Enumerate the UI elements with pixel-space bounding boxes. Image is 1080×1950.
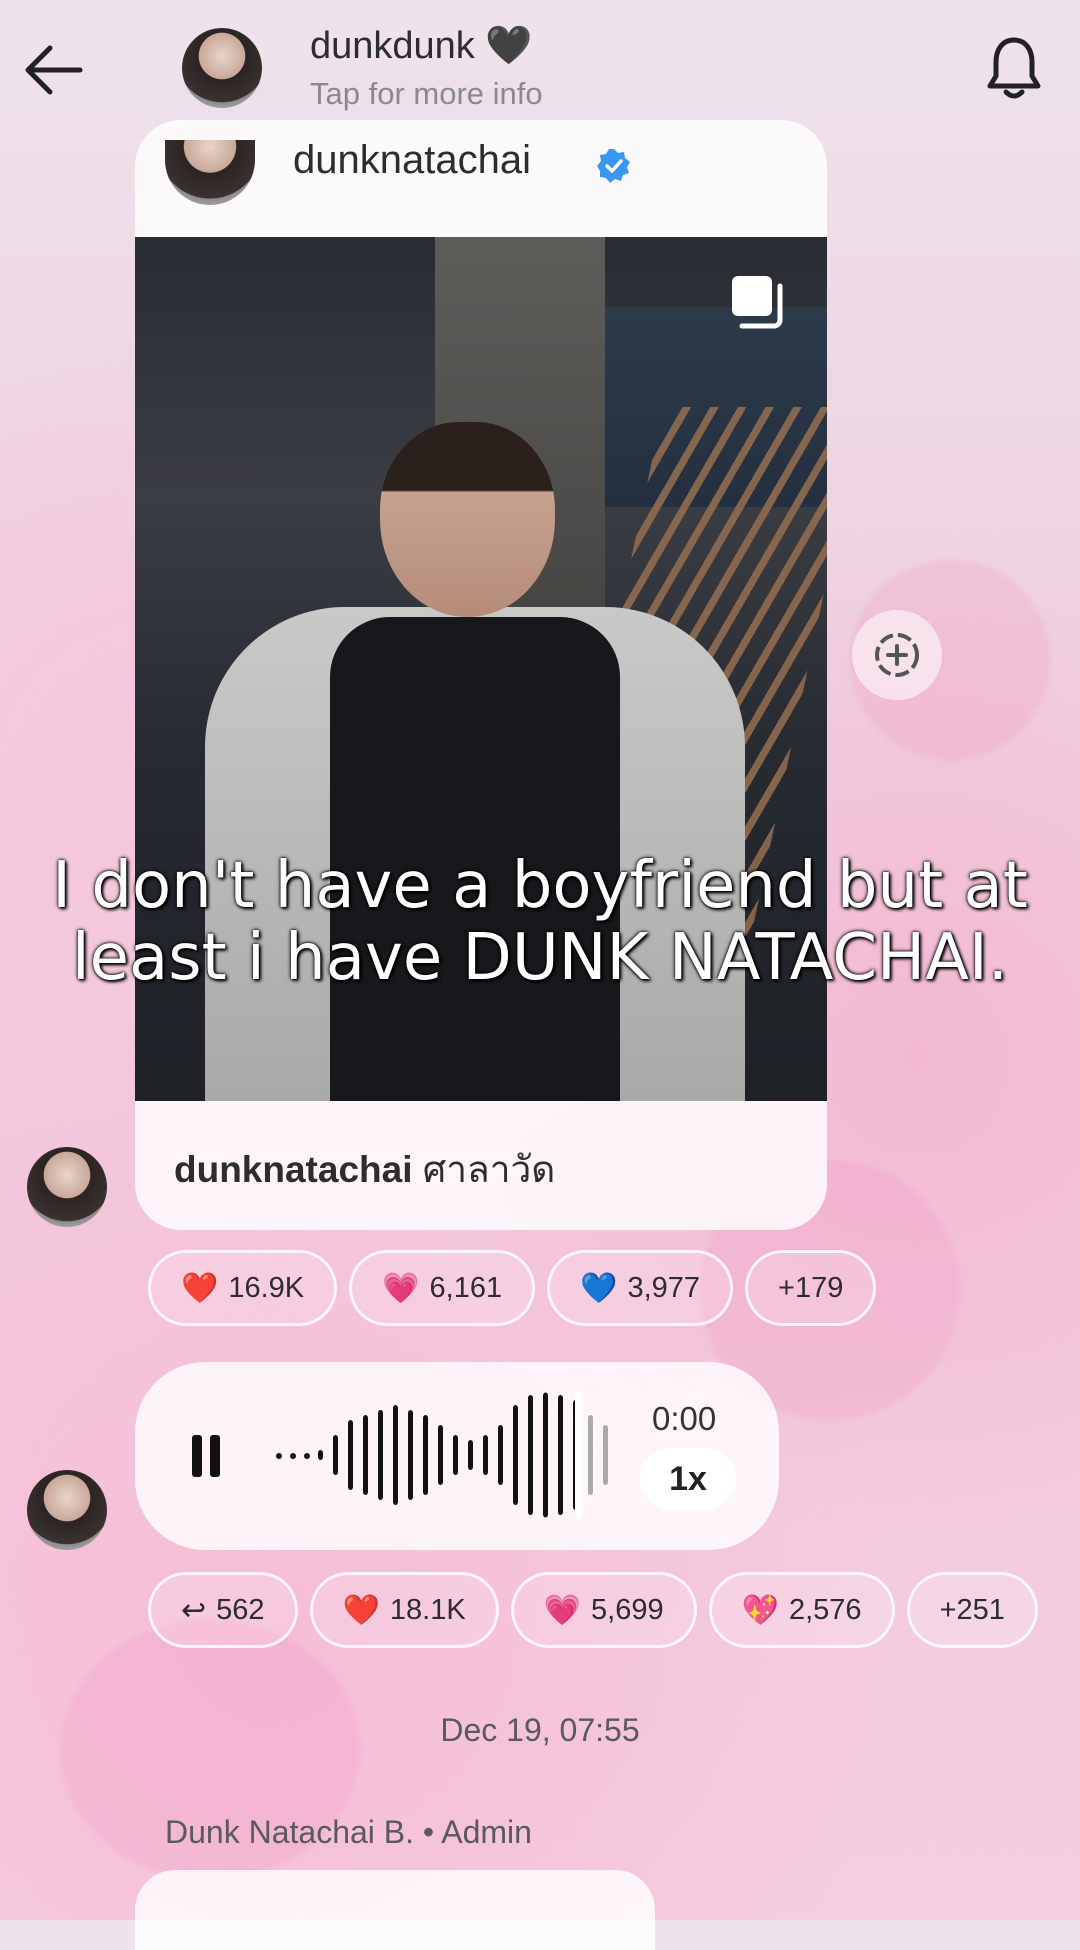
add-button[interactable] — [852, 610, 942, 700]
video-overlay-caption: I don't have a boyfriend but at least i … — [52, 849, 1028, 995]
post-reactions: ❤️ 16.9K 💗 6,161 💙 3,977 +179 — [148, 1250, 877, 1326]
message-timestamp: Dec 19, 07:55 — [440, 1712, 640, 1748]
playback-speed-button[interactable]: 1x — [640, 1448, 736, 1510]
waveform-bar — [304, 1453, 310, 1459]
waveform-bar — [543, 1392, 548, 1518]
post-author-username[interactable]: dunknatachai — [293, 138, 531, 183]
waveform-bar — [423, 1415, 428, 1495]
pause-icon[interactable] — [190, 1433, 222, 1479]
back-arrow-icon[interactable] — [20, 40, 90, 100]
reaction-count: 562 — [216, 1593, 265, 1626]
voice-waveform[interactable] — [270, 1390, 630, 1520]
add-icon — [875, 633, 919, 677]
reaction-count: 3,977 — [627, 1271, 701, 1304]
waveform-bar — [348, 1420, 353, 1490]
post-caption: dunknatachai ศาลาวัด — [174, 1140, 555, 1199]
pink-heart-icon: 💗 — [543, 1592, 582, 1628]
waveform-playhead — [575, 1392, 583, 1518]
reaction-pill[interactable]: ❤️ 18.1K — [309, 1572, 499, 1648]
waveform-bar — [333, 1435, 338, 1475]
waveform-bar — [528, 1395, 533, 1515]
waveform-bar — [603, 1425, 608, 1485]
waveform-bar — [498, 1425, 503, 1485]
waveform-bar — [408, 1410, 413, 1500]
reaction-count: 2,576 — [788, 1593, 862, 1626]
post-caption-text: ศาลาวัด — [422, 1149, 556, 1190]
waveform-bar — [558, 1395, 563, 1515]
next-message-bubble[interactable] — [135, 1870, 655, 1950]
waveform-bar — [318, 1450, 323, 1460]
reaction-count: 5,699 — [591, 1593, 664, 1626]
reaction-count: +251 — [939, 1593, 1005, 1626]
reaction-pill[interactable]: 💗 5,699 — [510, 1572, 697, 1648]
channel-name[interactable]: dunkdunk 🖤 — [310, 24, 533, 68]
pink-heart-icon: 💗 — [382, 1270, 420, 1306]
sender-avatar[interactable] — [27, 1147, 107, 1227]
reaction-pill[interactable]: 💗 6,161 — [349, 1250, 536, 1326]
waveform-bar — [453, 1435, 458, 1475]
multiple-images-icon — [732, 276, 783, 329]
reaction-pill[interactable]: 💖 2,576 — [708, 1572, 895, 1648]
waveform-bar — [276, 1453, 282, 1459]
waveform-bar — [513, 1405, 518, 1505]
more-reactions-pill[interactable]: +179 — [745, 1250, 877, 1326]
reaction-count: 6,161 — [429, 1271, 503, 1304]
post-caption-username: dunknatachai — [174, 1149, 413, 1190]
reaction-count: 18.1K — [389, 1593, 466, 1626]
sparkling-heart-icon: 💖 — [741, 1592, 779, 1628]
reaction-count: 16.9K — [228, 1271, 305, 1304]
sender-avatar[interactable] — [27, 1470, 107, 1550]
blue-heart-icon: 💙 — [580, 1270, 618, 1306]
waveform-bar — [393, 1405, 398, 1505]
channel-avatar[interactable] — [182, 28, 262, 108]
waveform-bar — [363, 1415, 368, 1495]
reaction-pill[interactable]: 💙 3,977 — [547, 1250, 734, 1326]
waveform-bar — [483, 1435, 488, 1475]
red-heart-icon: ❤️ — [342, 1592, 380, 1628]
waveform-bar — [378, 1410, 383, 1500]
reaction-pill[interactable]: ❤️ 16.9K — [148, 1250, 338, 1326]
voice-duration: 0:00 — [652, 1400, 717, 1437]
waveform-bar — [588, 1415, 593, 1495]
red-heart-icon: ❤️ — [181, 1270, 219, 1306]
sender-label: Dunk Natachai B. • Admin — [165, 1814, 532, 1850]
reaction-count: +179 — [778, 1271, 844, 1304]
verified-icon — [597, 149, 630, 183]
reply-arrow-icon: ↩ — [181, 1592, 207, 1628]
channel-info-link[interactable]: Tap for more info — [310, 76, 543, 112]
voice-reactions: ↩ 562 ❤️ 18.1K 💗 5,699 💖 2,576 +251 — [148, 1572, 1038, 1648]
waveform-bar — [468, 1440, 473, 1470]
reply-count-pill[interactable]: ↩ 562 — [148, 1572, 298, 1648]
more-reactions-pill[interactable]: +251 — [906, 1572, 1038, 1648]
waveform-bar — [290, 1453, 296, 1459]
bell-icon[interactable] — [984, 34, 1044, 104]
waveform-bar — [438, 1425, 443, 1485]
chat-header: dunkdunk 🖤 Tap for more info — [0, 0, 1080, 140]
